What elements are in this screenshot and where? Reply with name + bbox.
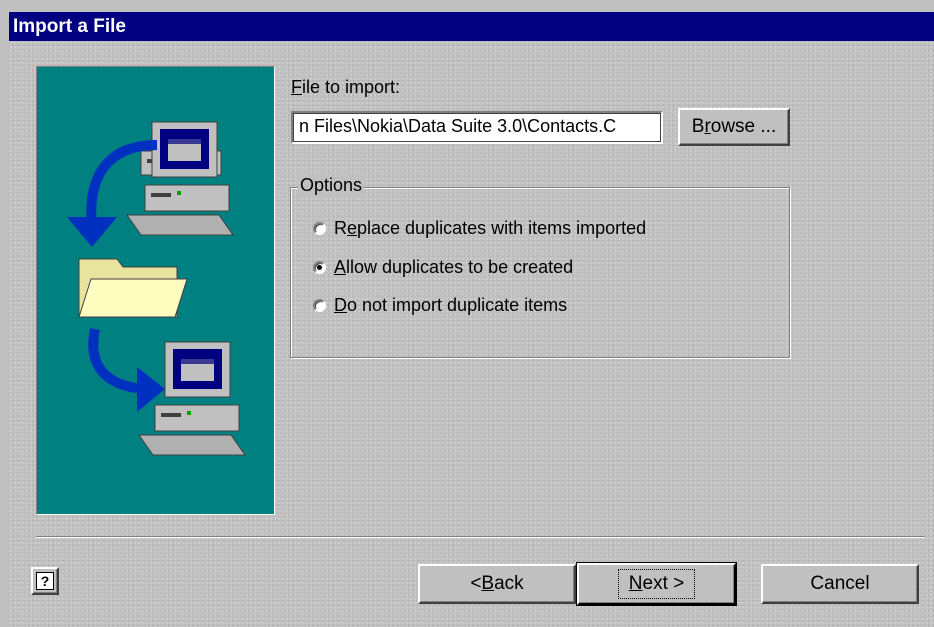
radio-button[interactable] xyxy=(313,299,326,312)
allow-duplicates-option[interactable]: Allow duplicates to be created xyxy=(313,257,573,278)
file-path-input[interactable]: n Files\Nokia\Data Suite 3.0\Contacts.C xyxy=(291,111,663,144)
wizard-illustration xyxy=(36,66,275,515)
computer-icon xyxy=(138,341,246,456)
file-to-import-label: File to import: xyxy=(291,77,401,97)
next-focus-rect: Next > xyxy=(617,569,696,599)
folder-icon xyxy=(78,258,188,318)
arrow-icon xyxy=(88,327,165,412)
radio-button-selected[interactable] xyxy=(313,261,326,274)
title-bar: Import a File xyxy=(9,12,934,41)
options-legend: Options xyxy=(298,175,365,196)
import-dialog: File to import: n Files\Nokia\Data Suite… xyxy=(9,41,934,627)
option-label: Do not import duplicate items xyxy=(334,295,568,315)
next-button[interactable]: Next > xyxy=(576,562,737,606)
computer-icon xyxy=(126,121,234,236)
footer-separator xyxy=(36,536,925,538)
cancel-button[interactable]: Cancel xyxy=(761,564,919,604)
window-title: Import a File xyxy=(13,16,126,37)
no-import-duplicates-option[interactable]: Do not import duplicate items xyxy=(313,295,567,316)
help-button[interactable]: ? xyxy=(31,567,59,595)
radio-button[interactable] xyxy=(313,222,326,235)
replace-duplicates-option[interactable]: Replace duplicates with items imported xyxy=(313,218,646,239)
browse-button[interactable]: Br owse ... xyxy=(678,108,790,146)
option-label: Replace duplicates with items imported xyxy=(334,218,647,238)
back-button[interactable]: < Back xyxy=(418,564,576,604)
option-label: Allow duplicates to be created xyxy=(334,257,574,277)
help-question-icon: ? xyxy=(36,572,54,590)
